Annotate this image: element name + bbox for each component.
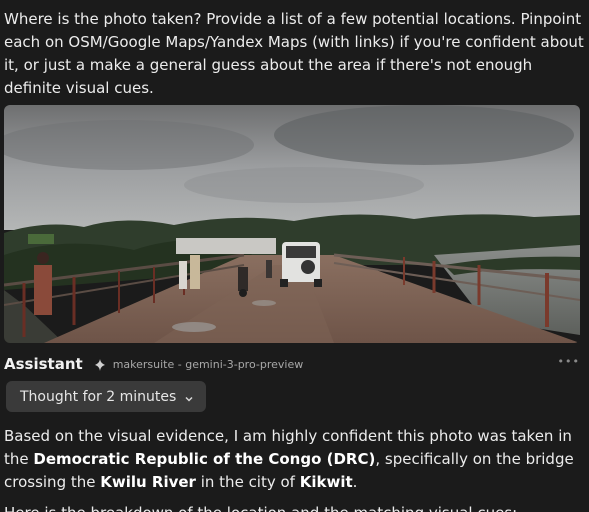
chevron-down-icon: [184, 392, 194, 402]
answer-river: Kwilu River: [100, 473, 196, 491]
model-sparkle-icon: [93, 357, 107, 371]
bridge-photo-image: [4, 105, 580, 343]
answer-text: in the city of: [195, 473, 300, 491]
more-options-icon[interactable]: •••: [558, 355, 580, 368]
thought-toggle-button[interactable]: Thought for 2 minutes: [6, 381, 207, 412]
answer-country: Democratic Republic of the Congo (DRC): [33, 450, 376, 468]
assistant-name: Assistant: [4, 355, 83, 373]
chat-page: Where is the photo taken? Provide a list…: [0, 0, 589, 512]
answer-text: .: [352, 473, 358, 491]
thought-toggle-label: Thought for 2 minutes: [20, 388, 177, 405]
answer-next-paragraph: Here is the breakdown of the location an…: [4, 502, 584, 512]
user-message: Where is the photo taken? Provide a list…: [4, 8, 584, 100]
model-name: makersuite - gemini-3-pro-preview: [112, 357, 304, 371]
assistant-answer: Based on the visual evidence, I am highl…: [4, 425, 584, 494]
user-message-text: Where is the photo taken? Provide a list…: [4, 10, 584, 97]
answer-city: Kikwit: [299, 473, 353, 491]
attached-photo[interactable]: [4, 105, 580, 343]
assistant-header: Assistant makersuite - gemini-3-pro-prev…: [4, 353, 584, 375]
